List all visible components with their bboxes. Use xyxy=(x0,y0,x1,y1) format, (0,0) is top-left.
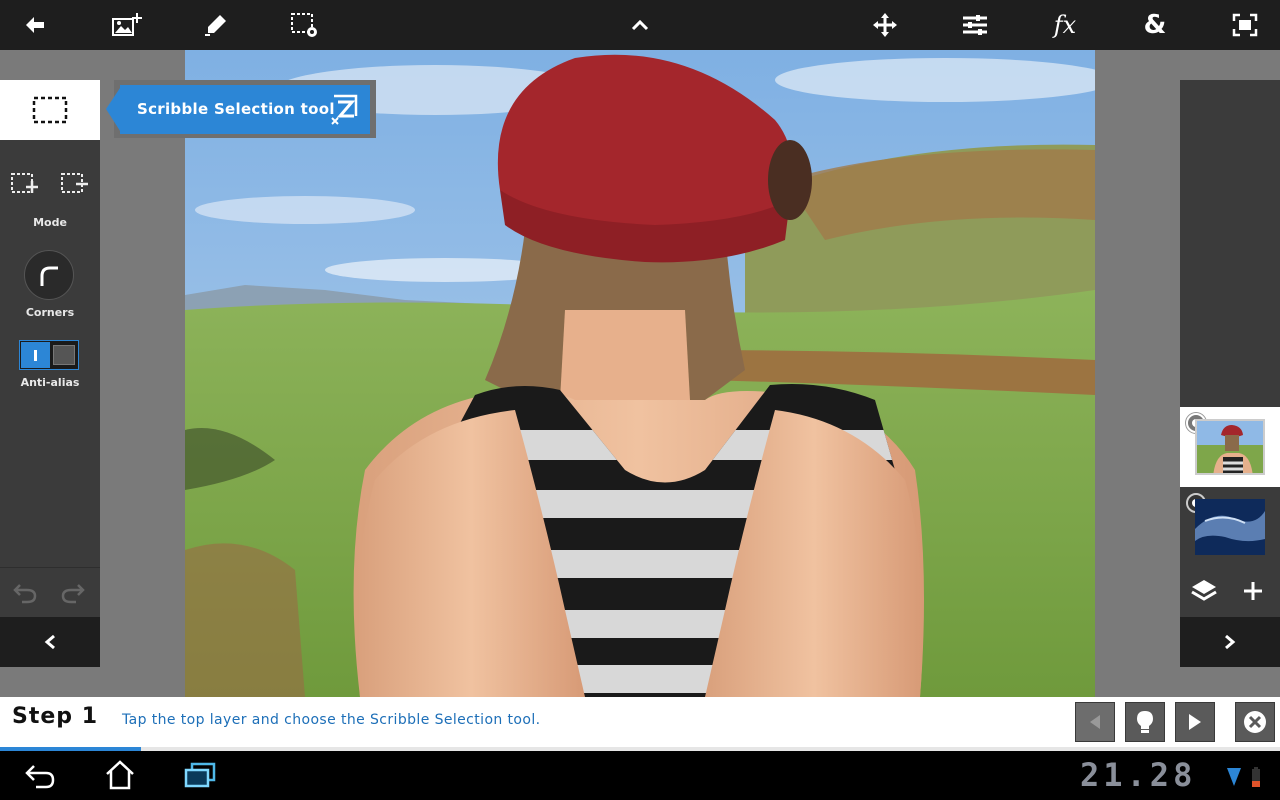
undo-icon[interactable] xyxy=(12,582,38,604)
play-right-icon xyxy=(1189,714,1201,730)
redo-icon[interactable] xyxy=(60,582,86,604)
close-icon xyxy=(1244,711,1266,733)
layer-thumbnail xyxy=(1195,499,1265,555)
history-controls xyxy=(0,567,100,617)
battery-icon xyxy=(1250,766,1262,792)
status-clock: 21.28 xyxy=(1080,756,1197,794)
scribble-selection-icon xyxy=(330,92,360,130)
layer-item-photo[interactable] xyxy=(1180,407,1280,487)
photo-canvas[interactable] xyxy=(185,50,1095,697)
chevron-left-icon xyxy=(44,634,55,650)
mode-label: Mode xyxy=(33,216,67,229)
lightbulb-icon xyxy=(1137,711,1153,733)
layer-thumbnail xyxy=(1195,419,1265,475)
next-step-button[interactable] xyxy=(1175,702,1215,742)
top-toolbar: fx & xyxy=(0,0,1280,50)
adjustments-icon[interactable] xyxy=(950,0,1000,50)
close-tutorial-button[interactable] xyxy=(1235,702,1275,742)
selection-marquee-icon xyxy=(32,96,68,124)
blend-icon[interactable]: & xyxy=(1130,0,1180,50)
layers-icon[interactable] xyxy=(1190,578,1218,608)
toggle-off-segment xyxy=(53,345,75,365)
move-icon[interactable] xyxy=(860,0,910,50)
back-arrow-icon[interactable] xyxy=(10,0,60,50)
subtract-from-selection-icon[interactable] xyxy=(60,172,90,200)
add-image-icon[interactable] xyxy=(103,0,153,50)
brush-icon[interactable] xyxy=(190,0,240,50)
system-recent-apps-icon[interactable] xyxy=(182,760,218,796)
step-title: Step 1 xyxy=(12,704,98,729)
step-instruction: Tap the top layer and choose the Scribbl… xyxy=(122,712,541,728)
layer-item-sky[interactable] xyxy=(1180,487,1280,567)
tooltip-label: Scribble Selection tool xyxy=(137,100,335,118)
chevron-right-icon xyxy=(1225,634,1236,650)
add-to-selection-icon[interactable] xyxy=(10,172,40,200)
previous-step-button[interactable] xyxy=(1075,702,1115,742)
corners-label: Corners xyxy=(25,306,75,319)
effects-icon[interactable]: fx xyxy=(1040,0,1090,50)
hint-button[interactable] xyxy=(1125,702,1165,742)
selection-settings-icon[interactable] xyxy=(280,0,330,50)
scribble-selection-tool-button[interactable] xyxy=(0,80,100,140)
add-layer-icon[interactable] xyxy=(1242,580,1264,606)
corners-button[interactable] xyxy=(24,250,74,300)
collapse-right-panel-button[interactable] xyxy=(1180,617,1280,667)
play-left-icon xyxy=(1090,715,1100,729)
antialias-label: Anti-alias xyxy=(20,376,80,389)
system-home-icon[interactable] xyxy=(104,760,136,794)
rounded-corner-icon xyxy=(40,266,58,286)
collapse-left-panel-button[interactable] xyxy=(0,617,100,667)
toggle-on-segment xyxy=(21,342,50,368)
system-back-icon[interactable] xyxy=(24,762,56,794)
antialias-toggle[interactable] xyxy=(19,340,79,370)
collapse-chevron-icon[interactable] xyxy=(615,0,665,50)
wifi-signal-icon xyxy=(1226,766,1242,792)
fit-screen-icon[interactable] xyxy=(1220,0,1270,50)
